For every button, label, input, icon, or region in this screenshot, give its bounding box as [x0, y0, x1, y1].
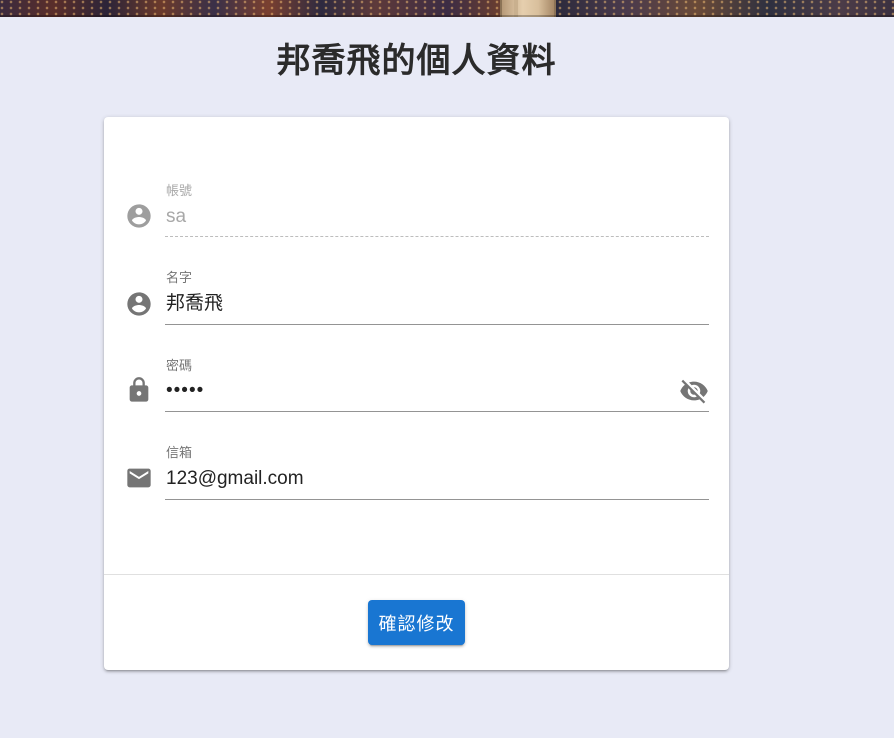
name-field: 名字: [104, 265, 729, 345]
name-label: 名字: [166, 271, 193, 286]
password-input[interactable]: [166, 378, 646, 404]
password-field: 密碼: [104, 352, 729, 432]
page-title: 邦喬飛的個人資料: [276, 41, 557, 81]
name-underline: [165, 324, 709, 325]
header-banner-image: [0, 0, 894, 17]
account-label: 帳號: [166, 184, 193, 199]
confirm-edit-button[interactable]: 確認修改: [368, 600, 465, 645]
account-field: 帳號: [104, 177, 729, 257]
profile-card: 帳號 名字 密碼 信箱 確認修改: [104, 117, 729, 670]
email-field: 信箱: [104, 439, 729, 519]
email-icon: [125, 464, 153, 492]
account-circle-icon: [125, 202, 153, 230]
account-input: [166, 204, 686, 230]
lock-icon: [125, 376, 153, 404]
password-label: 密碼: [166, 359, 193, 374]
email-underline: [165, 499, 709, 500]
card-divider: [104, 574, 729, 575]
email-label: 信箱: [166, 446, 193, 461]
eye-off-icon[interactable]: [679, 376, 709, 406]
account-circle-icon: [125, 290, 153, 318]
account-underline: [165, 236, 709, 237]
password-underline: [165, 411, 709, 412]
name-input[interactable]: [166, 291, 686, 317]
email-input[interactable]: [166, 466, 686, 492]
